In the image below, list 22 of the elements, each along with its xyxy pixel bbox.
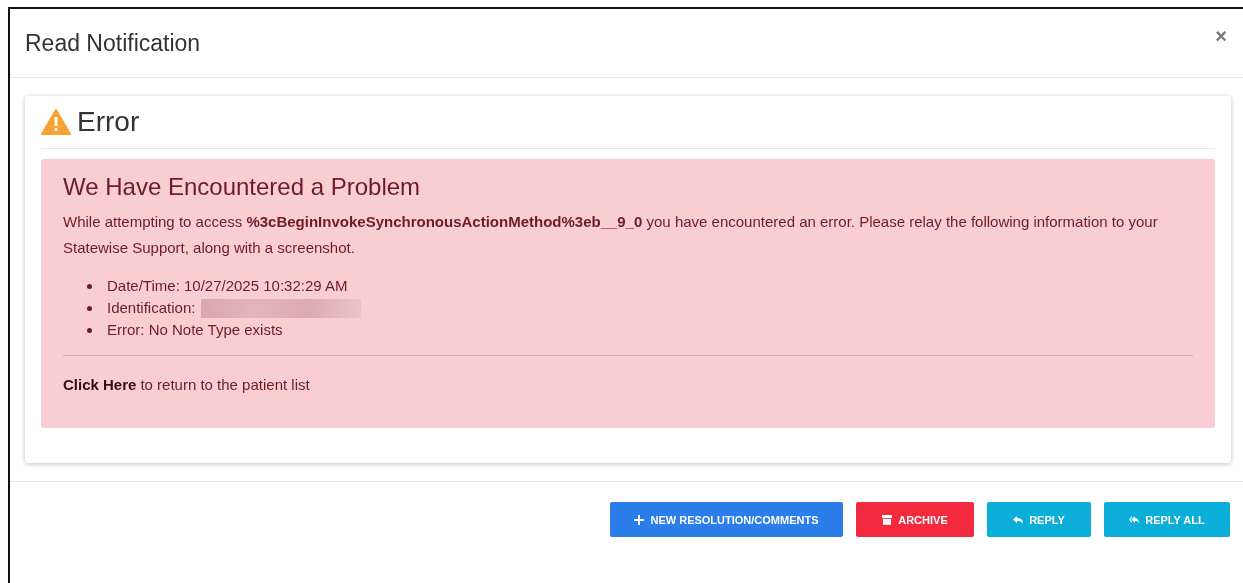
reply-arrow-icon (1013, 514, 1024, 525)
alert-heading: We Have Encountered a Problem (63, 173, 422, 201)
reply-button[interactable]: REPLY (987, 502, 1091, 537)
card-title: Error (77, 106, 140, 138)
bullet-icon (87, 284, 92, 289)
reply-all-arrow-icon (1129, 514, 1140, 525)
click-here-link[interactable]: Click Here (63, 376, 137, 393)
bullet-icon (87, 328, 92, 333)
new-button[interactable]: NEW RESOLUTION/COMMENTS (610, 502, 843, 537)
detail-text: Identification: (107, 298, 196, 318)
detail-text: Error: No Note Type exists (107, 320, 283, 340)
bullet-icon (87, 306, 92, 311)
archive-box-icon (882, 514, 893, 525)
error-message: While attempting to access %3cBeginInvokeSynchronousActionMethod%3eb__9_0 you have encountered an error. Please relay the following information to your Statewise Support, along with a screenshot. (63, 212, 1159, 258)
archive-button[interactable]: ARCHIVE (856, 502, 974, 537)
link-description: to return to the patient list (140, 376, 310, 393)
detail-text: Date/Time: 10/27/2025 10:32:29 AM (107, 276, 348, 296)
plus-icon (634, 514, 645, 525)
reply-all-button[interactable]: REPLY ALL (1104, 502, 1230, 537)
close-button[interactable]: × (1215, 24, 1227, 48)
window-title: Read Notification (25, 29, 201, 57)
warning-icon (41, 109, 71, 135)
